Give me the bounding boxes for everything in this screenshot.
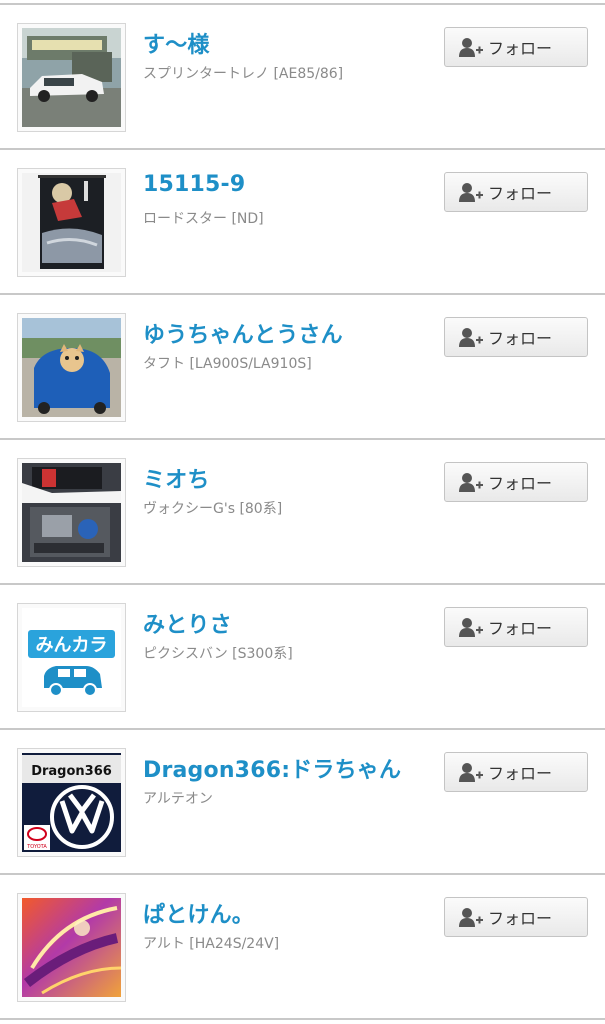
toyota-text: TOYOTA: [26, 844, 47, 850]
follow-user-list: す〜様 スプリンタートレノ [AE85/86] フォロー 15115-9 ロード…: [0, 0, 605, 1024]
user-row: みんカラ みとりさ ピクシスバン [S300系] フォロー: [0, 583, 605, 728]
poster-photo-icon: [22, 173, 121, 272]
user-row: Dragon366 TOYOTA Dragon366:ドラちゃん アルテオン フ…: [0, 728, 605, 873]
user-name[interactable]: す〜様: [143, 27, 210, 59]
user-name[interactable]: 15115-9: [143, 172, 245, 197]
user-name[interactable]: ミオち: [143, 462, 210, 494]
user-name[interactable]: みとりさ: [143, 607, 232, 639]
follow-label: フォロー: [488, 329, 553, 348]
car-photo-icon: [22, 28, 121, 127]
add-user-icon: [459, 618, 483, 637]
follow-label: フォロー: [488, 764, 553, 783]
add-user-icon: [459, 328, 483, 347]
user-name[interactable]: Dragon366:ドラちゃん: [143, 752, 401, 784]
user-car[interactable]: タフト [LA900S/LA910S]: [143, 353, 312, 373]
follow-button[interactable]: フォロー: [444, 607, 588, 647]
follow-button[interactable]: フォロー: [444, 462, 588, 502]
follow-button[interactable]: フォロー: [444, 317, 588, 357]
user-name[interactable]: ゆうちゃんとうさん: [143, 317, 343, 349]
follow-label: フォロー: [488, 39, 553, 58]
follow-button[interactable]: フォロー: [444, 897, 588, 937]
follow-label: フォロー: [488, 474, 553, 493]
user-car[interactable]: ピクシスバン [S300系]: [143, 643, 293, 663]
user-row: す〜様 スプリンタートレノ [AE85/86] フォロー: [0, 3, 605, 148]
follow-button[interactable]: フォロー: [444, 27, 588, 67]
user-row: ぱとけん。 アルト [HA24S/24V] フォロー: [0, 873, 605, 1018]
add-user-icon: [459, 473, 483, 492]
list-divider: [0, 1018, 605, 1020]
user-avatar[interactable]: [17, 23, 126, 132]
user-avatar[interactable]: [17, 168, 126, 277]
user-car[interactable]: ヴォクシーG's [80系]: [143, 498, 282, 518]
user-avatar[interactable]: [17, 893, 126, 1002]
add-user-icon: [459, 763, 483, 782]
minkara-logo-icon: みんカラ: [22, 608, 121, 707]
user-row: ミオち ヴォクシーG's [80系] フォロー: [0, 438, 605, 583]
headlight-art-icon: [22, 898, 121, 997]
user-row: ゆうちゃんとうさん タフト [LA900S/LA910S] フォロー: [0, 293, 605, 438]
user-avatar[interactable]: Dragon366 TOYOTA: [17, 748, 126, 857]
vw-logo-icon: Dragon366 TOYOTA: [22, 753, 121, 852]
user-avatar[interactable]: みんカラ: [17, 603, 126, 712]
follow-button[interactable]: フォロー: [444, 172, 588, 212]
user-car[interactable]: スプリンタートレノ [AE85/86]: [143, 63, 343, 83]
user-avatar[interactable]: [17, 458, 126, 567]
user-row: 15115-9 ロードスター [ND] フォロー: [0, 148, 605, 293]
follow-label: フォロー: [488, 909, 553, 928]
user-car[interactable]: アルテオン: [143, 788, 213, 808]
dragon-text: Dragon366: [31, 764, 112, 779]
add-user-icon: [459, 183, 483, 202]
user-car[interactable]: アルト [HA24S/24V]: [143, 933, 279, 953]
user-avatar[interactable]: [17, 313, 126, 422]
engine-photo-icon: [22, 463, 121, 562]
add-user-icon: [459, 38, 483, 57]
minkara-text: みんカラ: [36, 635, 108, 656]
dog-car-photo-icon: [22, 318, 121, 417]
user-name[interactable]: ぱとけん。: [143, 897, 254, 929]
add-user-icon: [459, 908, 483, 927]
follow-label: フォロー: [488, 619, 553, 638]
follow-button[interactable]: フォロー: [444, 752, 588, 792]
follow-label: フォロー: [488, 184, 553, 203]
user-car[interactable]: ロードスター [ND]: [143, 208, 264, 228]
